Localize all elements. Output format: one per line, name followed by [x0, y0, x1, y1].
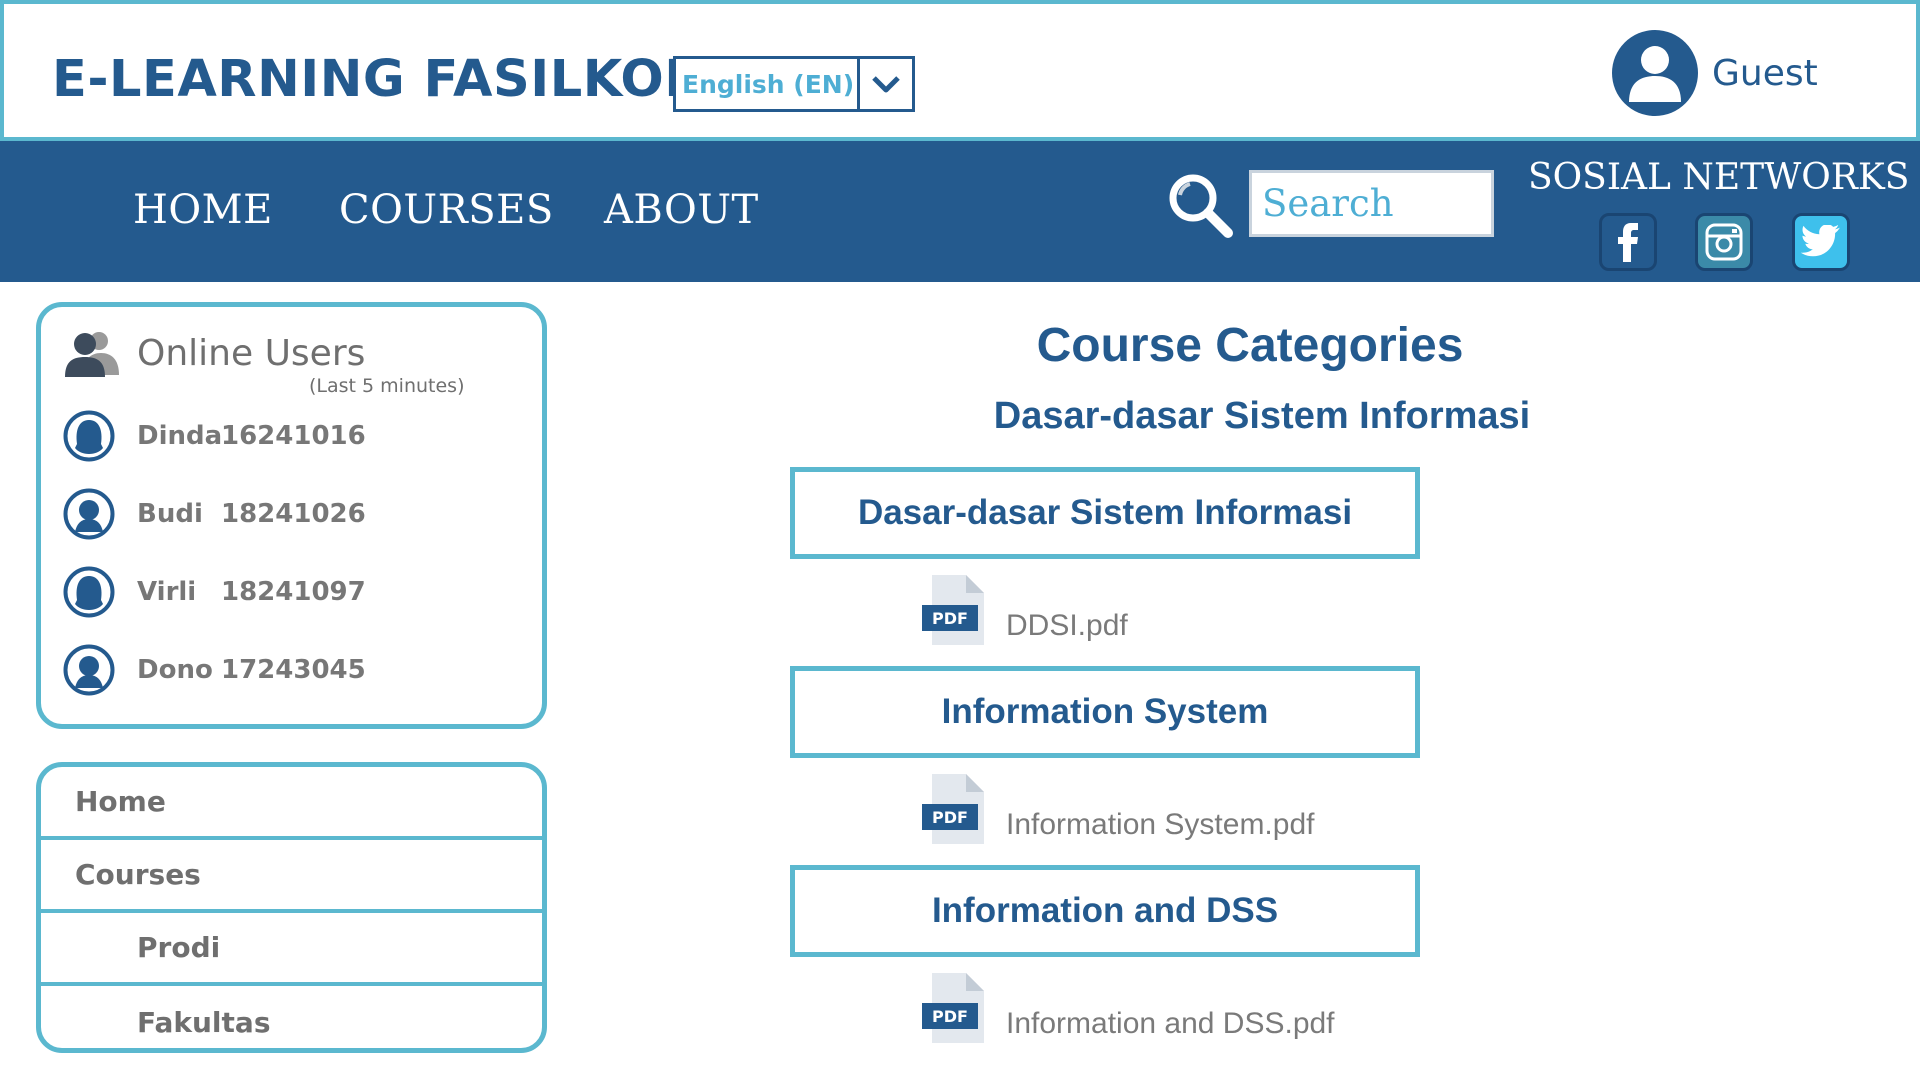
pdf-badge-text: PDF — [932, 609, 968, 628]
page-subtitle: Dasar-dasar Sistem Informasi — [993, 395, 1531, 437]
online-users-panel: Online Users (Last 5 minutes) Dinda 1624… — [36, 302, 547, 729]
social-networks-title: SOSIAL NETWORKS — [1528, 157, 1910, 198]
language-selected-value: English (EN) — [682, 69, 855, 99]
pdf-file-icon: PDF — [922, 575, 984, 645]
user-name: Budi — [137, 499, 203, 529]
site-brand[interactable]: E-LEARNING FASILKOM — [52, 50, 716, 109]
side-menu: Home Courses Prodi Fakultas — [36, 762, 547, 1053]
user-avatar-icon — [63, 410, 115, 462]
page-title: Course Categories — [1036, 319, 1464, 372]
user-id: 17243045 — [221, 655, 366, 685]
file-link-information-dss[interactable]: PDF Information and DSS.pdf — [920, 971, 1335, 1045]
top-header: E-LEARNING FASILKOM English (EN) Guest — [0, 0, 1920, 141]
user-name: Dinda — [137, 421, 223, 451]
side-menu-prodi[interactable]: Prodi — [41, 913, 542, 986]
course-category-information-dss[interactable]: Information and DSS — [790, 865, 1420, 957]
course-category-ddsi[interactable]: Dasar-dasar Sistem Informasi — [790, 467, 1420, 559]
user-avatar-icon — [63, 488, 115, 540]
user-account[interactable]: Guest — [1612, 30, 1818, 116]
user-name[interactable]: Guest — [1712, 53, 1818, 94]
side-menu-fakultas[interactable]: Fakultas — [41, 986, 542, 1048]
course-category-information-system[interactable]: Information System — [790, 666, 1420, 758]
pdf-file-icon: PDF — [922, 774, 984, 844]
online-user-row[interactable]: Dono 17243045 — [63, 644, 366, 696]
file-name[interactable]: Information and DSS.pdf — [1006, 1007, 1335, 1041]
file-name[interactable]: DDSI.pdf — [1006, 609, 1128, 643]
user-name: Dono — [137, 655, 213, 685]
user-avatar-icon[interactable] — [1612, 30, 1698, 116]
pdf-badge-text: PDF — [932, 808, 968, 827]
main-nav: HOME COURSES ABOUT SOSIAL NETWORKS — [0, 141, 1920, 282]
user-name: Virli — [137, 577, 197, 607]
side-menu-home[interactable]: Home — [41, 767, 542, 840]
file-name[interactable]: Information System.pdf — [1006, 808, 1314, 842]
users-group-icon — [65, 332, 119, 377]
online-user-row[interactable]: Virli 18241097 — [63, 566, 366, 618]
pdf-file-icon: PDF — [922, 973, 984, 1043]
facebook-icon[interactable] — [1599, 213, 1657, 271]
chevron-down-icon — [872, 76, 900, 93]
user-id: 18241097 — [221, 577, 366, 607]
nav-about[interactable]: ABOUT — [604, 187, 759, 233]
file-link-information-system[interactable]: PDF Information System.pdf — [920, 772, 1314, 846]
online-users-subtitle: (Last 5 minutes) — [309, 375, 465, 397]
nav-home[interactable]: HOME — [133, 187, 273, 233]
instagram-icon[interactable] — [1695, 213, 1753, 271]
pdf-badge-text: PDF — [932, 1007, 968, 1026]
online-users-title: Online Users — [137, 333, 366, 374]
language-select[interactable]: English (EN) — [673, 56, 915, 112]
twitter-icon[interactable] — [1792, 213, 1850, 271]
language-dropdown-button[interactable] — [857, 59, 912, 109]
user-avatar-icon — [63, 644, 115, 696]
search-input[interactable] — [1249, 170, 1494, 237]
search-icon[interactable] — [1166, 171, 1236, 241]
user-id: 16241016 — [221, 421, 366, 451]
nav-courses[interactable]: COURSES — [339, 187, 554, 233]
user-avatar-icon — [63, 566, 115, 618]
file-link-ddsi[interactable]: PDF DDSI.pdf — [920, 573, 1128, 647]
user-id: 18241026 — [221, 499, 366, 529]
online-user-row[interactable]: Budi 18241026 — [63, 488, 366, 540]
side-menu-courses[interactable]: Courses — [41, 840, 542, 913]
online-user-row[interactable]: Dinda 16241016 — [63, 410, 366, 462]
